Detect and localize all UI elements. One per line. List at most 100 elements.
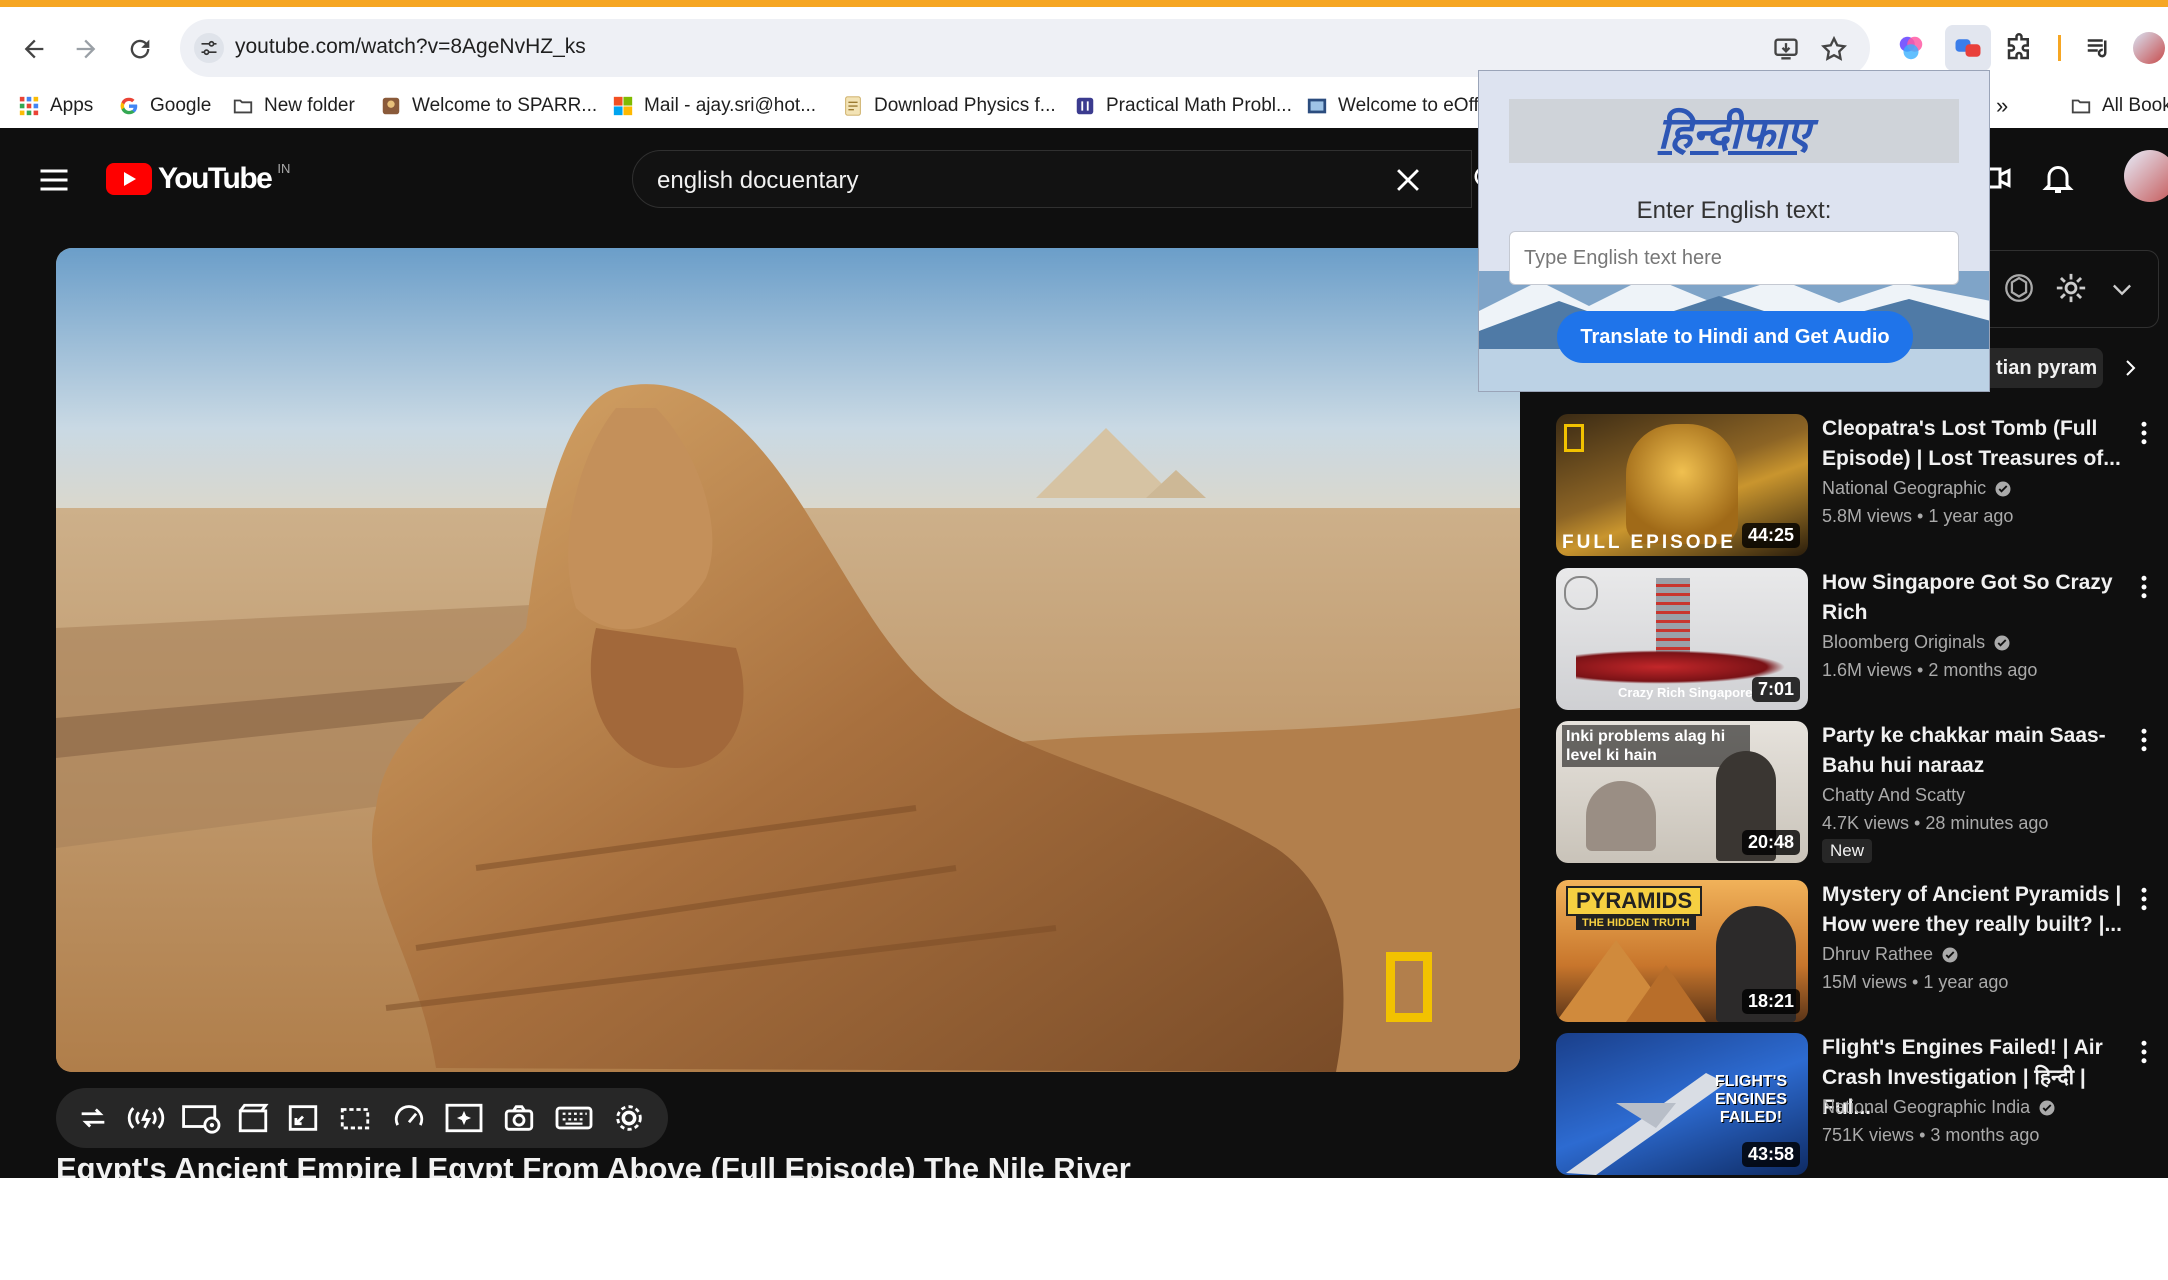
account-avatar[interactable] [2124, 150, 2168, 202]
extensions-button[interactable] [2002, 31, 2036, 65]
mini-player-icon[interactable] [338, 1101, 372, 1135]
verified-check-icon [2039, 1100, 2055, 1115]
forward-button[interactable] [66, 29, 106, 69]
more-options-icon[interactable] [2134, 1037, 2154, 1067]
video-duration: 43:58 [1741, 1142, 1800, 1167]
view-count: 1.6M views [1822, 660, 1913, 680]
filter-chip[interactable]: tian pyram [1990, 348, 2104, 388]
bookmark-apps[interactable]: Apps [18, 93, 93, 119]
recommendation-item[interactable]: Crazy Rich Singapore 7:01 How Singapore … [1556, 568, 2156, 710]
recommendation-item[interactable]: PYRAMIDS THE HIDDEN TRUTH 18:21 Mystery … [1556, 880, 2156, 1022]
install-app-icon[interactable] [1772, 35, 1800, 63]
youtube-logo[interactable]: YouTube IN [106, 154, 290, 204]
chatgpt-icon[interactable] [2002, 271, 2036, 305]
page-icon [845, 96, 861, 116]
recommendation-item[interactable]: FULL EPISODE 44:25 Cleopatra's Lost Tomb… [1556, 414, 2156, 556]
loop-icon[interactable] [76, 1101, 110, 1135]
watch-later-eye-icon[interactable] [180, 1101, 224, 1135]
guide-menu-button[interactable] [36, 162, 72, 198]
recommendation-title[interactable]: Party ke chakkar main Saas-Bahu hui nara… [1822, 721, 2122, 781]
popup-input-label: Enter English text: [1636, 197, 1832, 224]
screenshot-camera-icon[interactable] [502, 1101, 536, 1135]
chips-next-button[interactable] [2110, 348, 2150, 388]
recommendation-title[interactable]: Mystery of Ancient Pyramids | How were t… [1822, 880, 2122, 940]
thumbnail-people-art [1586, 781, 1656, 851]
bookmark-label: Welcome to SPARR... [412, 95, 598, 116]
video-meta: 5.8M views • 1 year ago [1822, 506, 2014, 526]
clear-search-icon[interactable] [1391, 163, 1425, 197]
bookmark-sparr[interactable]: Welcome to SPARR... [380, 93, 597, 119]
site-info-button[interactable] [194, 33, 224, 63]
thumbnail-subtext: THE HIDDEN TRUTH [1576, 916, 1696, 930]
bookmark-new-folder[interactable]: New folder [232, 93, 355, 119]
channel-name[interactable]: National Geographic India [1822, 1097, 2056, 1118]
recommendation-item[interactable]: FLIGHT'S ENGINES FAILED! 43:58 Flight's … [1556, 1033, 2156, 1175]
search-input[interactable]: english docuentary [657, 167, 858, 195]
forward-arrow-icon [76, 39, 96, 59]
address-bar[interactable]: youtube.com/watch?v=8AgeNvHZ_ks [180, 19, 1870, 77]
playback-speed-icon[interactable] [392, 1101, 426, 1135]
bookmark-label: Mail - ajay.sri@hot... [644, 95, 817, 116]
site-favicon [382, 97, 400, 115]
settings-gear-icon[interactable] [612, 1101, 646, 1135]
more-options-icon[interactable] [2134, 725, 2154, 755]
hindifaye-extension-popup: हिन्दीफाए Enter English text: Translate … [1478, 70, 1990, 392]
video-meta: 4.7K views • 28 minutes ago [1822, 813, 2049, 833]
back-button[interactable] [14, 29, 54, 69]
video-thumbnail[interactable]: FULL EPISODE 44:25 [1556, 414, 1808, 556]
bookmark-google[interactable]: Google [118, 93, 211, 119]
bookmarks-overflow-button[interactable]: » [1996, 93, 2008, 119]
bookmark-mail[interactable]: Mail - ajay.sri@hot... [612, 93, 816, 119]
extension-copilot-button[interactable] [1894, 31, 1928, 65]
chevron-down-icon[interactable] [2108, 275, 2136, 303]
video-thumbnail[interactable]: PYRAMIDS THE HIDDEN TRUTH 18:21 [1556, 880, 1808, 1022]
more-options-icon[interactable] [2134, 884, 2154, 914]
search-box[interactable]: english docuentary [632, 150, 1472, 208]
reload-button[interactable] [120, 29, 160, 69]
translate-button[interactable]: Translate to Hindi and Get Audio [1557, 311, 1913, 363]
upload-age: 3 months ago [1930, 1125, 2040, 1145]
cinema-mode-icon[interactable] [236, 1101, 270, 1135]
english-text-input[interactable] [1509, 231, 1959, 285]
video-player[interactable] [56, 248, 1520, 1072]
ai-enhance-icon[interactable] [444, 1101, 484, 1135]
thumbnail-text: Inki problems alag hi level ki hain [1562, 725, 1750, 767]
country-code: IN [277, 160, 291, 176]
channel-name[interactable]: Chatty And Scatty [1822, 785, 1965, 806]
recommendation-title[interactable]: How Singapore Got So Crazy Rich [1822, 568, 2122, 628]
chatgpt-overlay-icon [1564, 576, 1598, 610]
notifications-button[interactable] [2040, 158, 2076, 198]
picture-in-picture-icon[interactable] [286, 1101, 320, 1135]
channel-label: National Geographic India [1822, 1097, 2031, 1117]
profile-avatar-button[interactable] [2132, 31, 2166, 65]
extension-hindifaye-button[interactable] [1945, 25, 1991, 71]
bookmark-eoffice[interactable]: Welcome to eOffi [1306, 93, 1483, 119]
video-thumbnail[interactable]: FLIGHT'S ENGINES FAILED! 43:58 [1556, 1033, 1808, 1175]
popup-brand-title: हिन्दीफाए [1657, 108, 1811, 159]
channel-name[interactable]: National Geographic [1822, 478, 2012, 499]
recommendation-title[interactable]: Cleopatra's Lost Tomb (Full Episode) | L… [1822, 414, 2122, 474]
audio-boost-icon[interactable] [124, 1101, 168, 1135]
settings-gear-icon[interactable] [2054, 271, 2088, 305]
thumbnail-text: PYRAMIDS [1566, 886, 1703, 916]
bookmark-math[interactable]: Practical Math Probl... [1074, 93, 1292, 119]
video-frame-sphinx [56, 248, 1520, 1072]
bookmark-star-icon[interactable] [1820, 35, 1848, 63]
toolbar-divider [2058, 35, 2061, 61]
keyboard-shortcuts-icon[interactable] [554, 1101, 594, 1135]
video-thumbnail[interactable]: Crazy Rich Singapore 7:01 [1556, 568, 1808, 710]
media-queue-button[interactable] [2082, 31, 2116, 65]
translate-extension-icon [1955, 39, 1981, 57]
bookmark-label: Welcome to eOffi [1338, 95, 1484, 116]
video-thumbnail[interactable]: Inki problems alag hi level ki hain 20:4… [1556, 721, 1808, 863]
recommendation-item[interactable]: Inki problems alag hi level ki hain 20:4… [1556, 721, 2156, 863]
video-duration: 18:21 [1741, 989, 1800, 1014]
all-bookmarks-button[interactable]: All Book [2070, 93, 2168, 119]
folder-icon [2071, 99, 2091, 114]
more-options-icon[interactable] [2134, 418, 2154, 448]
channel-name[interactable]: Dhruv Rathee [1822, 944, 1959, 965]
bookmark-physics[interactable]: Download Physics f... [842, 93, 1056, 119]
more-options-icon[interactable] [2134, 572, 2154, 602]
thumbnail-mask-art [1626, 424, 1738, 544]
channel-name[interactable]: Bloomberg Originals [1822, 632, 2011, 653]
